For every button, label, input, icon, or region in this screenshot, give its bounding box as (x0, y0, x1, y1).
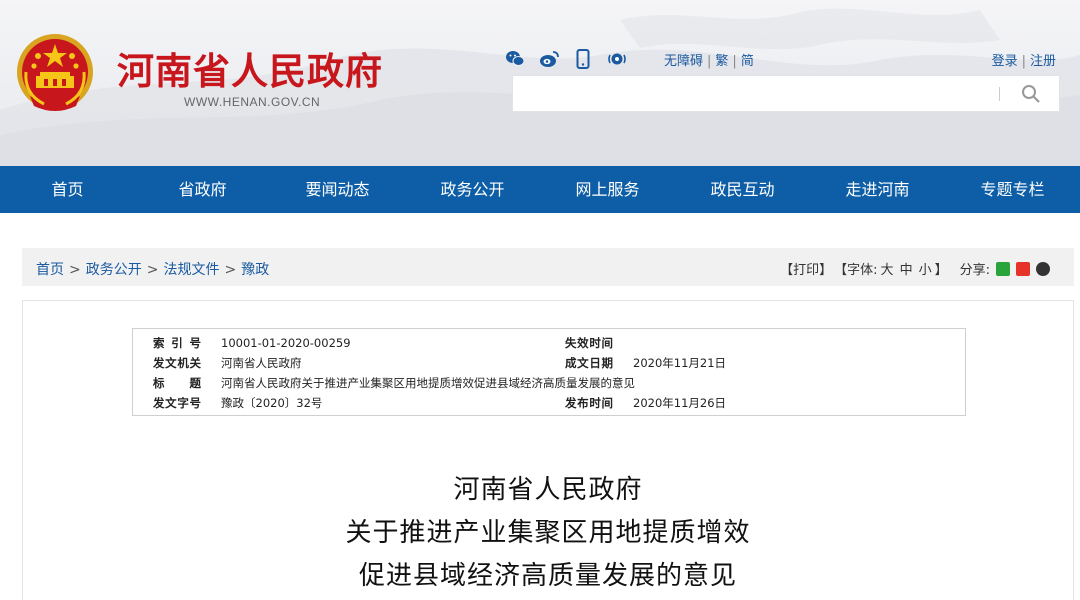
breadcrumb-government-affairs[interactable]: 政务公开 (86, 262, 142, 278)
meta-row: 标题 河南省人民政府关于推进产业集聚区用地提质增效促进县域经济高质量发展的意见 (133, 373, 965, 393)
social-icons (505, 49, 627, 69)
page-tools: 【打印】 【字体: 大 中 小 】 分享: (780, 259, 1050, 278)
search-input[interactable] (521, 76, 995, 111)
mobile-icon[interactable] (573, 49, 593, 69)
broadcast-icon[interactable] (607, 49, 627, 69)
nav-item-online-services[interactable]: 网上服务 (540, 166, 675, 213)
font-medium-button[interactable]: 中 (900, 259, 913, 278)
login-links: 登录 | 注册 (991, 54, 1056, 69)
site-title[interactable]: 河南省人民政府 (117, 41, 383, 95)
site-header: 河南省人民政府 WWW.HENAN.GOV.CN 无障碍 | 繁 | 简 登录 | 注册 (0, 0, 1080, 166)
wechat-share-icon[interactable] (996, 261, 1010, 276)
document-title-line: 河南省人民政府 (453, 475, 643, 505)
nav-item-government-affairs[interactable]: 政务公开 (405, 166, 540, 213)
nav-item-news[interactable]: 要闻动态 (270, 166, 405, 213)
login-link[interactable]: 登录 (992, 54, 1018, 69)
meta-label-expiry: 失效时间 (565, 336, 613, 350)
nav-item-provincial-government[interactable]: 省政府 (135, 166, 270, 213)
wechat-icon[interactable] (505, 49, 525, 69)
document-title-line: 促进县域经济高质量发展的意见 (358, 561, 737, 591)
font-size-close: 】 (934, 263, 948, 278)
font-small-button[interactable]: 小 (919, 259, 932, 278)
document-title-line: 关于推进产业集聚区用地提质增效 (345, 518, 751, 548)
weibo-icon[interactable] (539, 49, 559, 69)
traditional-chinese-link[interactable]: 繁 (715, 54, 728, 69)
share-label: 分享: (959, 263, 990, 278)
national-emblem-icon (17, 34, 93, 111)
simplified-chinese-link[interactable]: 简 (741, 54, 754, 69)
meta-label-doc-number: 发文字号 (153, 396, 201, 410)
search-icon[interactable] (1021, 84, 1041, 104)
meta-value-title: 河南省人民政府关于推进产业集聚区用地提质增效促进县域经济高质量发展的意见 (221, 376, 635, 390)
breadcrumb-yuzheng[interactable]: 豫政 (241, 262, 269, 278)
meta-value-written-date: 2020年11月21日 (633, 356, 727, 370)
weibo-share-icon[interactable] (1016, 261, 1030, 276)
breadcrumb: 首页 > 政务公开 > 法规文件 > 豫政 (36, 262, 270, 278)
accessibility-link[interactable]: 无障碍 (664, 54, 703, 69)
breadcrumb-home[interactable]: 首页 (36, 262, 64, 278)
nav-item-home[interactable]: 首页 (0, 166, 135, 213)
meta-value-doc-number: 豫政〔2020〕32号 (221, 396, 323, 410)
nav-item-interaction[interactable]: 政民互动 (675, 166, 810, 213)
meta-value-issuer: 河南省人民政府 (221, 356, 302, 370)
meta-label-written-date: 成文日期 (565, 356, 613, 370)
meta-label-title: 标题 (153, 376, 201, 390)
font-large-button[interactable]: 大 (881, 259, 894, 278)
font-size-label: 【字体: (834, 263, 878, 278)
meta-row: 索引号 10001-01-2020-00259 失效时间 (133, 333, 965, 353)
search-box (512, 75, 1060, 112)
site-url: WWW.HENAN.GOV.CN (184, 95, 321, 109)
nav-item-about-henan[interactable]: 走进河南 (810, 166, 945, 213)
meta-label-index: 索引号 (153, 336, 201, 350)
meta-value-index: 10001-01-2020-00259 (221, 336, 351, 350)
search-divider (999, 87, 1000, 101)
meta-label-publish-date: 发布时间 (565, 396, 613, 410)
register-link[interactable]: 注册 (1030, 54, 1056, 69)
nav-item-special-topics[interactable]: 专题专栏 (945, 166, 1080, 213)
document-meta-table: 索引号 10001-01-2020-00259 失效时间 发文机关 河南省人民政… (132, 328, 966, 416)
breadcrumb-bar: 首页 > 政务公开 > 法规文件 > 豫政 【打印】 【字体: 大 中 小 】 分享: (22, 248, 1074, 286)
accessibility-links: 无障碍 | 繁 | 简 (664, 54, 754, 69)
breadcrumb-regulations[interactable]: 法规文件 (163, 262, 219, 278)
qq-share-icon[interactable] (1036, 261, 1050, 276)
meta-label-issuer: 发文机关 (153, 356, 201, 370)
print-button[interactable]: 【打印】 (780, 259, 832, 278)
meta-value-publish-date: 2020年11月26日 (633, 396, 727, 410)
meta-row: 发文机关 河南省人民政府 成文日期 2020年11月21日 (133, 353, 965, 373)
meta-row: 发文字号 豫政〔2020〕32号 发布时间 2020年11月26日 (133, 393, 965, 413)
main-nav: 首页 省政府 要闻动态 政务公开 网上服务 政民互动 走进河南 专题专栏 (0, 166, 1080, 213)
